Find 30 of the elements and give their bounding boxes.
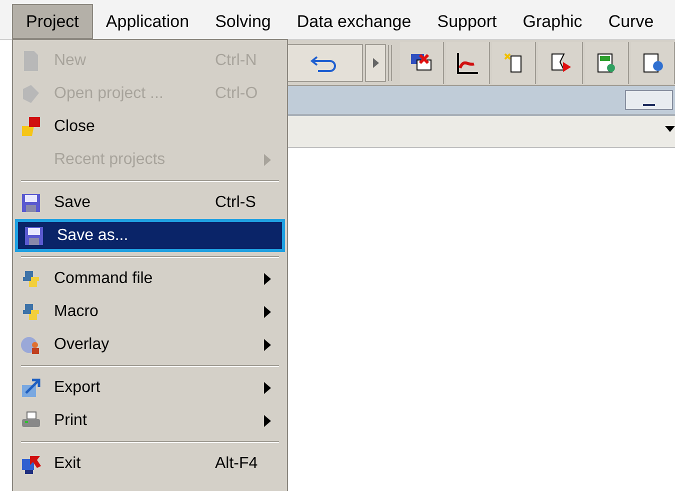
- menu-item[interactable]: Command file: [15, 262, 285, 295]
- menu-item[interactable]: Save as...: [15, 219, 285, 252]
- menu-bar-item[interactable]: Graphic: [510, 4, 596, 39]
- dropdown-arrow-icon: [665, 126, 675, 132]
- undo-button[interactable]: [285, 44, 364, 82]
- toolbar-button[interactable]: [400, 42, 444, 84]
- menu-item[interactable]: Macro: [15, 295, 285, 328]
- menu-bar-item[interactable]: Application: [92, 4, 202, 39]
- menu-bar-item[interactable]: Support: [424, 4, 510, 39]
- toolbar-button[interactable]: [630, 42, 675, 84]
- menu-bar-item[interactable]: Data exchange: [284, 4, 424, 39]
- menu-bar-item[interactable]: Project: [12, 4, 93, 39]
- menu-item[interactable]: Export: [15, 371, 285, 404]
- menu-bar-item[interactable]: Solving: [202, 4, 284, 39]
- caret-icon: [372, 58, 380, 68]
- menu-item[interactable]: Print: [15, 404, 285, 437]
- minimize-icon: [643, 104, 655, 106]
- export-arrow-icon: [20, 376, 42, 398]
- menu-item[interactable]: Save Ctrl-S: [15, 186, 285, 219]
- minimize-button[interactable]: [625, 90, 673, 110]
- menu-item[interactable]: Overlay: [15, 328, 285, 361]
- expand-button[interactable]: [365, 44, 386, 82]
- menu-bar-item[interactable]: Curve: [595, 4, 667, 39]
- menu-item[interactable]: Exit Alt-F4: [15, 447, 285, 480]
- toolbar-button[interactable]: [492, 42, 536, 84]
- toolbar-button[interactable]: [538, 42, 583, 84]
- toolbar-button[interactable]: [446, 42, 490, 84]
- folder-close-icon: [20, 116, 42, 138]
- toolbar-button[interactable]: [584, 42, 629, 84]
- menu-item[interactable]: Close: [15, 110, 285, 143]
